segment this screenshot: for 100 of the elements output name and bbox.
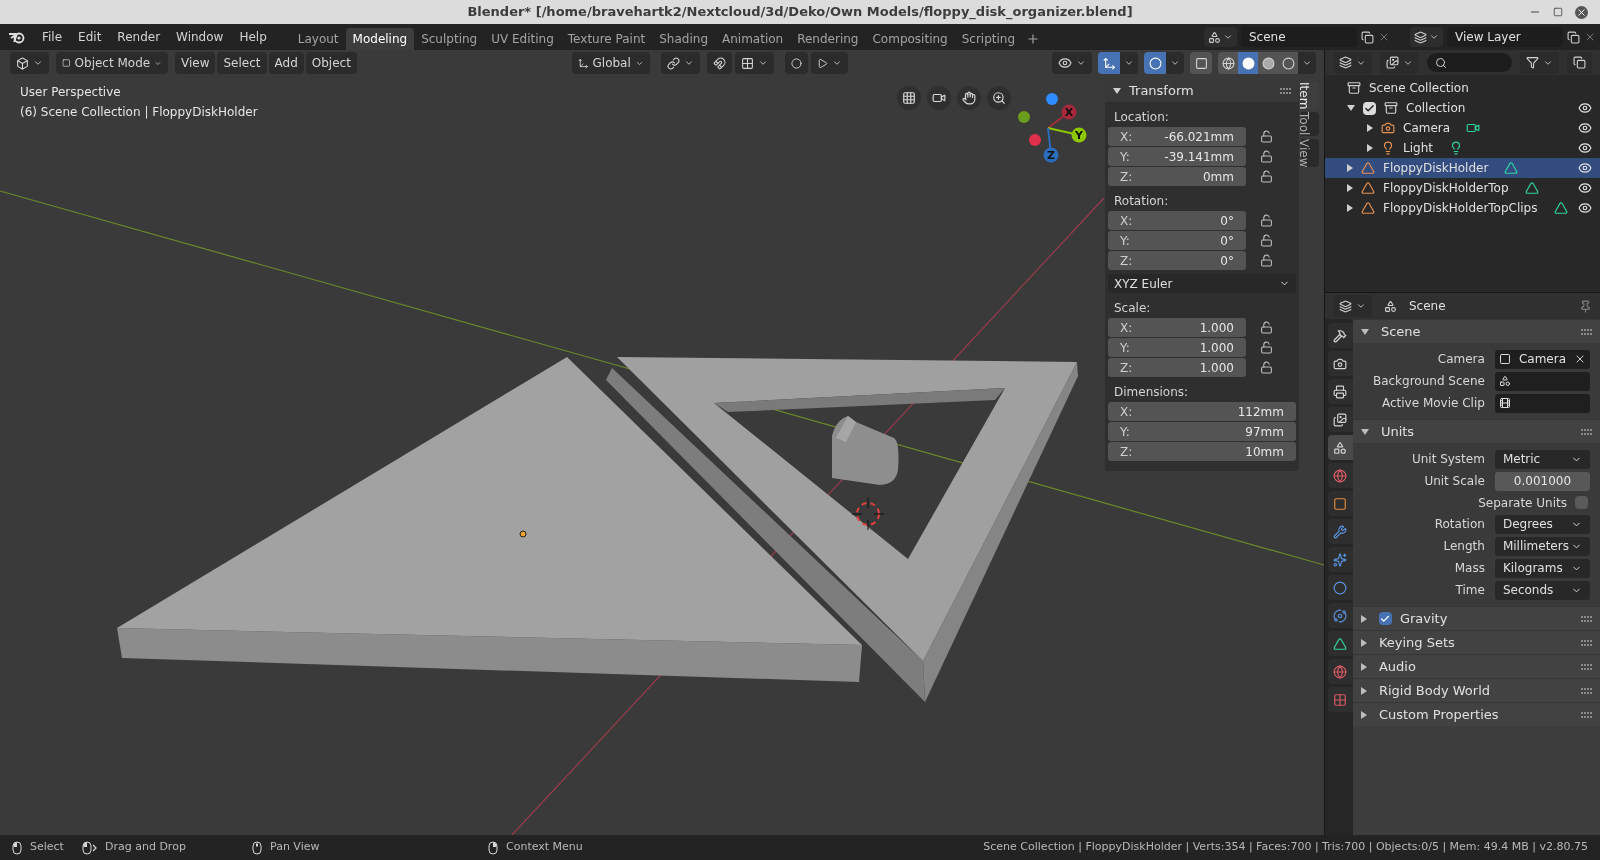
- menu-item[interactable]: Edit: [70, 24, 110, 50]
- zoom-button[interactable]: [987, 86, 1011, 110]
- lock-toggle[interactable]: [1260, 150, 1273, 163]
- properties-tab[interactable]: [1328, 435, 1353, 460]
- maximize-button[interactable]: [1553, 7, 1563, 17]
- sidebar-tab[interactable]: Item: [1301, 82, 1319, 110]
- properties-tab[interactable]: [1328, 603, 1353, 628]
- close-button[interactable]: [1575, 5, 1588, 19]
- properties-tab[interactable]: [1328, 547, 1353, 572]
- remove-button[interactable]: [1584, 31, 1596, 43]
- dropdown[interactable]: Degrees: [1494, 514, 1590, 534]
- outliner-row[interactable]: Light: [1325, 138, 1600, 158]
- grip-icon[interactable]: [1581, 639, 1592, 646]
- search-field[interactable]: [1427, 53, 1512, 72]
- lock-toggle[interactable]: [1260, 361, 1273, 374]
- data-block-field[interactable]: [1494, 393, 1590, 413]
- pin-button[interactable]: [1579, 299, 1592, 313]
- dropdown[interactable]: Seconds: [1494, 580, 1590, 600]
- data-block-field[interactable]: Camera: [1494, 349, 1590, 369]
- properties-tab[interactable]: [1328, 379, 1353, 404]
- number-field[interactable]: Z: 1.000: [1108, 358, 1246, 377]
- panel-header[interactable]: Gravity: [1352, 606, 1600, 630]
- panel-header[interactable]: Rigid Body World: [1352, 678, 1600, 702]
- pan-button[interactable]: [957, 86, 981, 110]
- visibility-toggle[interactable]: [1578, 141, 1592, 155]
- workspace-tab[interactable]: Compositing: [865, 28, 955, 50]
- sidebar-tab[interactable]: View: [1301, 138, 1319, 168]
- view-layer-field[interactable]: View Layer: [1447, 27, 1563, 47]
- properties-tab[interactable]: [1328, 519, 1353, 544]
- properties-tab[interactable]: [1328, 575, 1353, 600]
- axis-handle[interactable]: Z: [1043, 127, 1059, 163]
- expand-triangle-icon[interactable]: [1367, 124, 1373, 132]
- workspace-tab[interactable]: Rendering: [790, 28, 866, 50]
- new-collection-button[interactable]: [1567, 51, 1592, 74]
- menu-item[interactable]: Render: [109, 24, 169, 50]
- number-field[interactable]: Z: 10mm: [1108, 442, 1296, 461]
- number-field[interactable]: Y: 1.000: [1108, 338, 1246, 357]
- number-field[interactable]: Y: 0°: [1108, 231, 1246, 250]
- axis-handle[interactable]: Y: [1047, 127, 1087, 143]
- camera-view-button[interactable]: [927, 86, 951, 110]
- sidebar-tab[interactable]: Tool: [1301, 112, 1319, 136]
- grip-icon[interactable]: [1581, 663, 1592, 670]
- grip-icon[interactable]: [1581, 711, 1592, 718]
- number-field[interactable]: 0.001000: [1494, 471, 1590, 491]
- lock-toggle[interactable]: [1260, 234, 1273, 247]
- workspace-tab[interactable]: Texture Paint: [560, 28, 653, 50]
- editor-type-button[interactable]: [10, 52, 49, 74]
- rotation-mode-dropdown[interactable]: XYZ Euler: [1108, 274, 1296, 293]
- expand-triangle-icon[interactable]: [1367, 144, 1373, 152]
- remove-button[interactable]: [1378, 31, 1390, 43]
- checkbox[interactable]: [1575, 496, 1588, 509]
- visibility-toggle[interactable]: [1578, 201, 1592, 215]
- panel-header[interactable]: Custom Properties: [1352, 702, 1600, 726]
- grip-icon[interactable]: [1581, 687, 1592, 694]
- lock-toggle[interactable]: [1260, 254, 1273, 267]
- workspace-tab[interactable]: Sculpting: [414, 28, 485, 50]
- axis-dot[interactable]: [1018, 111, 1030, 123]
- properties-tab[interactable]: [1328, 491, 1353, 516]
- panel-header[interactable]: Scene: [1352, 319, 1600, 343]
- axis-dot[interactable]: [1046, 93, 1058, 105]
- workspace-tab[interactable]: Shading: [652, 28, 715, 50]
- lock-toggle[interactable]: [1260, 170, 1273, 183]
- overlay-toggle-button[interactable]: [1144, 52, 1166, 74]
- duplicate-button[interactable]: [1361, 30, 1374, 44]
- scene-field[interactable]: Scene: [1241, 27, 1357, 47]
- visibility-toggle[interactable]: [1578, 101, 1592, 115]
- panel-header[interactable]: Keying Sets: [1352, 630, 1600, 654]
- outliner-row[interactable]: Camera: [1325, 118, 1600, 138]
- gizmo-toggle-button[interactable]: [1098, 52, 1120, 74]
- proportional-edit-button[interactable]: [784, 52, 808, 74]
- scene-type-button[interactable]: [1204, 27, 1237, 47]
- panel-header[interactable]: Transform: [1105, 80, 1299, 102]
- orientation-dropdown[interactable]: Global: [571, 52, 650, 74]
- workspace-tab[interactable]: UV Editing: [484, 28, 561, 50]
- grip-icon[interactable]: [1581, 428, 1592, 435]
- checkbox[interactable]: [1378, 612, 1392, 625]
- dropdown[interactable]: Millimeters: [1494, 536, 1590, 556]
- falloff-dropdown[interactable]: [810, 52, 848, 74]
- properties-tab[interactable]: [1328, 631, 1353, 656]
- menu-button[interactable]: Select: [217, 52, 267, 74]
- lock-toggle[interactable]: [1260, 341, 1273, 354]
- snap-target-dropdown[interactable]: [734, 52, 774, 74]
- workspace-tab[interactable]: Modeling: [345, 28, 415, 50]
- mode-dropdown[interactable]: Object Mode: [56, 52, 168, 74]
- properties-tab[interactable]: [1328, 323, 1353, 348]
- number-field[interactable]: X: 1.000: [1108, 318, 1246, 337]
- panel-header[interactable]: Units: [1352, 419, 1600, 443]
- display-mode-button[interactable]: [1380, 51, 1419, 74]
- workspace-tab[interactable]: Animation: [715, 28, 791, 50]
- menu-item[interactable]: Window: [168, 24, 232, 50]
- material-shading-button[interactable]: [1258, 52, 1278, 74]
- expand-triangle-icon[interactable]: [1347, 164, 1353, 172]
- expand-triangle-icon[interactable]: [1347, 105, 1355, 111]
- number-field[interactable]: Y: -39.141mm: [1108, 147, 1246, 166]
- snap-button[interactable]: [706, 52, 732, 74]
- menu-button[interactable]: Object: [305, 52, 357, 74]
- visibility-toggle[interactable]: [1578, 181, 1592, 195]
- outliner-row[interactable]: Collection: [1325, 98, 1600, 118]
- dropdown[interactable]: Metric: [1494, 449, 1590, 469]
- xray-toggle-button[interactable]: [1190, 52, 1212, 74]
